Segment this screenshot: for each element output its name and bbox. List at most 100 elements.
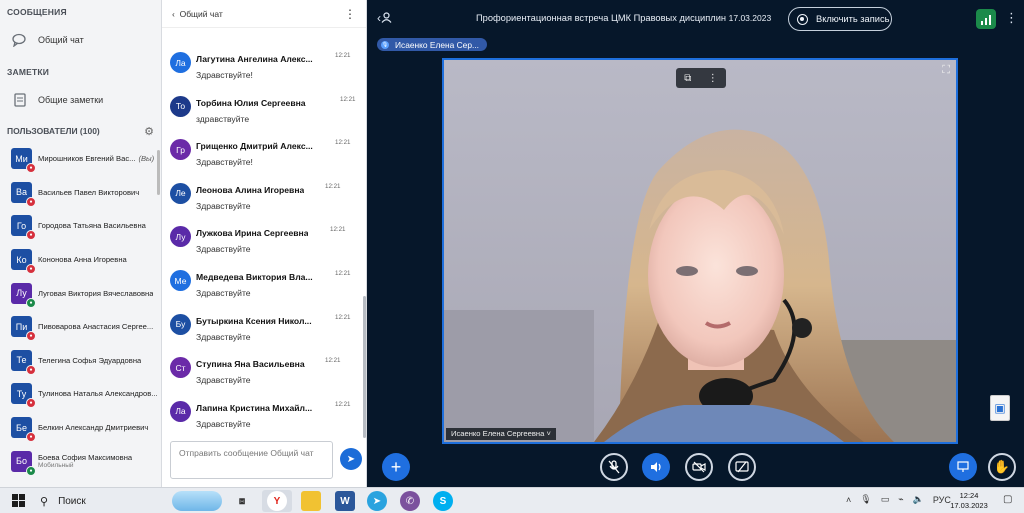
main-presentation-area: ‹ Профориентационная встреча ЦМК Правовы…	[368, 0, 1024, 487]
avatar-initials: Гр	[176, 144, 185, 155]
taskbar-search[interactable]: ⚲ Поиск	[33, 491, 166, 511]
popout-icon[interactable]: ⧉	[684, 73, 691, 84]
avatar-initials: Го	[16, 220, 27, 231]
user-list-item[interactable]: Те ● Телегина Софья Эдуардовна	[0, 344, 161, 378]
file-explorer-icon[interactable]	[301, 491, 321, 511]
microphone-tray-icon[interactable]: 🎙	[860, 494, 871, 505]
meeting-title: Профориентационная встреча ЦМК Правовых …	[476, 13, 771, 23]
yandex-browser-icon[interactable]: Y	[267, 491, 287, 511]
layout-button[interactable]	[949, 453, 977, 481]
viber-icon[interactable]: ✆	[400, 491, 420, 511]
user-list-item[interactable]: Пи ● Пивоварова Анастасия Сергее...	[0, 310, 161, 344]
user-list-item[interactable]: Го ● Городова Татьяна Васильевна	[0, 209, 161, 243]
skype-icon[interactable]: S	[433, 491, 453, 511]
user-list-item[interactable]: Ту ● Тулинова Наталья Александров...	[0, 377, 161, 411]
chat-message: Гр Грищенко Дмитрий Алекс... 12:21 Здравств…	[170, 139, 360, 183]
user-name: Кононова Анна Игоревна	[38, 255, 127, 265]
battery-icon[interactable]: ▭	[881, 494, 890, 505]
user-list-item[interactable]: Ва ● Васильев Павел Викторович	[0, 176, 161, 210]
message-text: Здравствуйте	[196, 288, 251, 298]
user-name-line: Васильев Павел Викторович	[38, 188, 139, 197]
user-name: Васильев Павел Викторович	[38, 187, 140, 197]
users-header: ПОЛЬЗОВАТЕЛИ (100) ⚙	[0, 120, 161, 142]
user-list-item[interactable]: Лу ● Луговая Виктория Вячеславовна	[0, 276, 161, 310]
volume-icon[interactable]: 🔈	[913, 494, 924, 505]
screen-share-off-icon	[735, 461, 749, 473]
network-icon[interactable]: ⌁	[898, 494, 903, 505]
main-options-icon[interactable]: ⋮	[1005, 10, 1018, 26]
toggle-user-list-icon[interactable]: ‹	[377, 11, 392, 25]
user-list-item[interactable]: Бе ● Белкин Александр Дмитриевич	[0, 411, 161, 445]
avatar: Ме	[170, 270, 191, 291]
user-name: Пивоварова Анастасия Сергее...	[38, 322, 154, 332]
user-list-item[interactable]: Ко ● Кононова Анна Игоревна	[0, 243, 161, 277]
talking-indicator[interactable]: 🎙 Исаенко Елена Сер...	[377, 38, 487, 51]
hand-icon: ✋	[993, 459, 1011, 474]
screen-share-button[interactable]	[728, 453, 756, 481]
audio-button[interactable]	[642, 453, 670, 481]
you-badge: (Вы)	[138, 154, 155, 164]
chat-scrollbar[interactable]	[363, 296, 366, 438]
user-name-line: Мирошников Евгений Вас... (Вы)	[38, 154, 154, 163]
message-author: Грищенко Дмитрий Алекс...	[196, 141, 313, 152]
user-list-scrollbar[interactable]	[157, 150, 160, 195]
message-author: Лужкова Ирина Сергеевна	[196, 228, 309, 239]
windows-start-icon[interactable]	[12, 494, 25, 507]
chat-back-button[interactable]: ‹ Общий чат	[172, 9, 223, 19]
telegram-icon[interactable]: ➤	[367, 491, 387, 511]
microphone-muted-icon	[608, 460, 620, 474]
weather-widget-icon[interactable]	[172, 491, 222, 511]
chat-message-input[interactable]: Отправить сообщение Общий чат	[170, 441, 333, 479]
fullscreen-icon[interactable]: ⛶	[942, 64, 950, 77]
record-button[interactable]: Включить запись	[788, 7, 892, 31]
user-name: Луговая Виктория Вячеславовна	[38, 288, 154, 298]
record-icon	[797, 13, 808, 25]
public-chat-label: Общий чат	[38, 35, 84, 45]
chevron-up-icon[interactable]: ˄	[846, 495, 851, 505]
user-list-item[interactable]: Бо ● Боева София Максимовна Мобильный	[0, 444, 161, 478]
notes-icon	[11, 91, 29, 109]
send-message-button[interactable]: ➤	[340, 448, 362, 470]
system-tray: ˄ 🎙 ▭ ⌁ 🔈 РУС	[846, 494, 951, 505]
task-view-icon[interactable]: ⧈	[232, 491, 252, 511]
language-indicator[interactable]: РУС	[933, 495, 951, 505]
taskbar-clock[interactable]: 12:24 17.03.2023	[950, 491, 988, 511]
microphone-off-icon: ●	[26, 331, 36, 342]
microphone-on-icon: ●	[26, 465, 36, 476]
speaker-icon	[651, 462, 661, 472]
raise-hand-button[interactable]: ✋	[988, 453, 1016, 481]
chat-panel: ‹ Общий чат ⋮ Ла Лагутина Ангелина Алекс.…	[162, 0, 367, 487]
chat-options-icon[interactable]: ⋮	[344, 7, 356, 21]
microphone-off-icon: ●	[26, 230, 36, 241]
camera-button[interactable]	[685, 453, 713, 481]
actions-button[interactable]: +	[382, 453, 410, 481]
gear-icon[interactable]: ⚙	[144, 125, 154, 138]
mute-button[interactable]	[600, 453, 628, 481]
message-author: Ступина Яна Васильевна	[196, 359, 305, 370]
video-options-icon[interactable]: ⋮	[708, 73, 718, 84]
avatar-initials: Ла	[175, 57, 186, 68]
microphone-off-icon: ●	[26, 196, 36, 207]
message-text: Здравствуйте	[196, 200, 251, 211]
message-time: 12:21	[335, 400, 351, 408]
avatar: Бе ●	[11, 417, 36, 443]
message-time: 12:21	[340, 95, 356, 103]
webcam-image	[444, 60, 956, 442]
microphone-off-icon: ●	[26, 264, 36, 275]
connection-status-icon[interactable]	[976, 9, 996, 29]
notifications-icon[interactable]: ▢	[1003, 494, 1012, 505]
avatar-initials: Ме	[174, 275, 187, 286]
avatar-initials: Бе	[16, 422, 27, 433]
presentation-file-icon[interactable]: ▣	[990, 395, 1010, 421]
chat-message: Ст Ступина Яна Васильевна 12:21 Здравствуйт…	[170, 357, 360, 401]
word-icon[interactable]: W	[335, 491, 355, 511]
user-name: Телегина Софья Эдуардовна	[38, 355, 142, 365]
avatar: Ла	[170, 400, 191, 422]
user-list-item[interactable]: Ми ● Мирошников Евгений Вас... (Вы)	[0, 142, 161, 176]
windows-taskbar: ⚲ Поиск ⧈ Y W ➤ ✆ S ˄ 🎙 ▭ ⌁ 🔈 РУС 12:24 1…	[0, 487, 1024, 513]
chat-message: Бу Бутыркина Ксения Никол... 12:21 Здравств…	[170, 313, 360, 358]
shared-notes-item[interactable]: Общие заметки	[0, 84, 161, 116]
video-user-label[interactable]: Исаенко Елена Сергеевна ˅	[446, 428, 556, 440]
public-chat-item[interactable]: Общий чат	[0, 24, 161, 56]
microphone-off-icon: ●	[26, 432, 36, 443]
